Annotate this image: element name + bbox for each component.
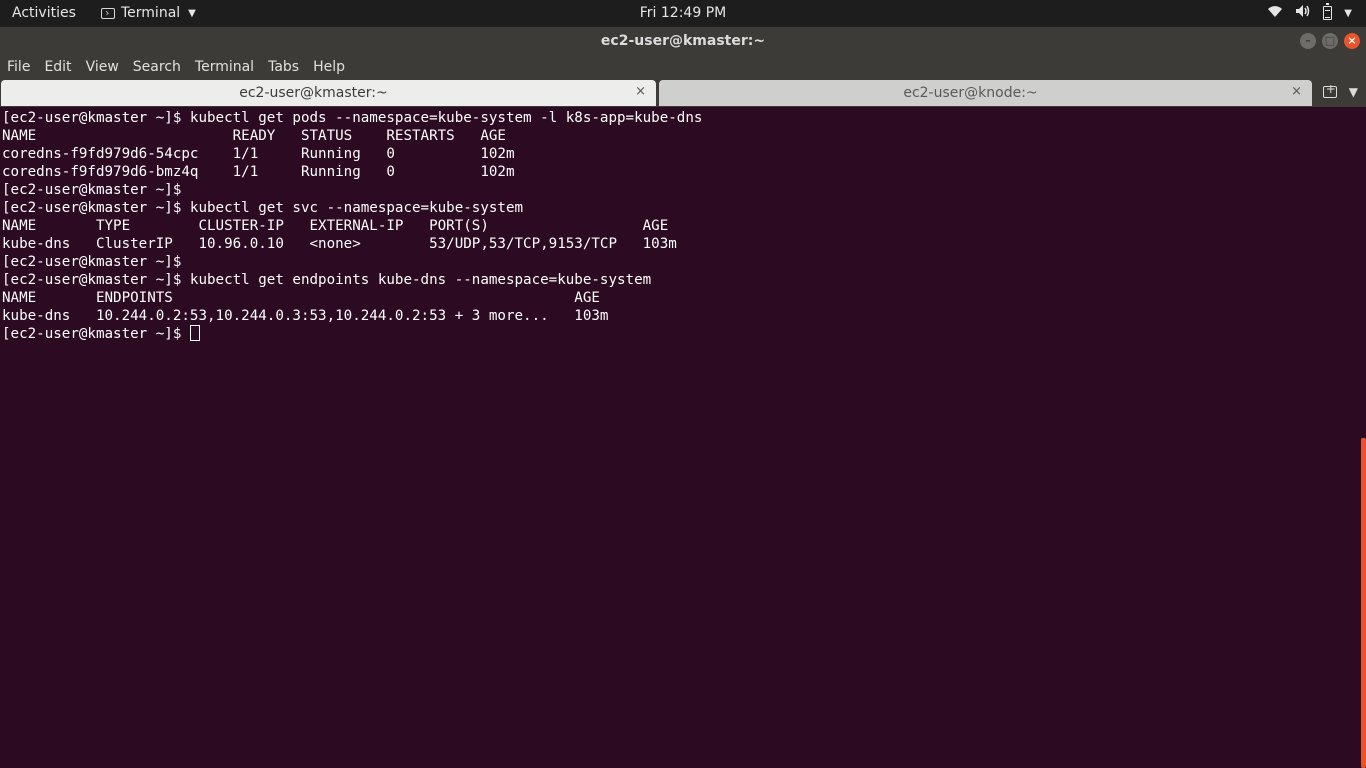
terminal-line: coredns-f9fd979d6-54cpc 1/1 Running 0 10… (2, 146, 515, 162)
terminal-prompt-line[interactable]: [ec2-user@kmaster ~]$ (2, 325, 702, 343)
battery-icon (1323, 3, 1333, 20)
terminal-output[interactable]: [ec2-user@kmaster ~]$ kubectl get pods -… (0, 107, 1366, 768)
window-controls: – □ × (1300, 33, 1360, 49)
tab-label: ec2-user@kmaster:~ (239, 85, 388, 101)
terminal-line: [ec2-user@kmaster ~]$ kubectl get pods -… (2, 110, 703, 126)
close-button[interactable]: × (1344, 33, 1360, 49)
maximize-button[interactable]: □ (1322, 33, 1338, 49)
terminal-line: kube-dns ClusterIP 10.96.0.10 <none> 53/… (2, 236, 677, 252)
terminal-line: NAME ENDPOINTS AGE (2, 290, 600, 306)
menu-bar: File Edit View Search Terminal Tabs Help (0, 56, 1366, 80)
new-tab-icon[interactable] (1322, 82, 1337, 98)
chevron-down-icon: ▼ (1344, 7, 1352, 19)
menu-help[interactable]: Help (306, 56, 352, 75)
menu-tabs[interactable]: Tabs (261, 56, 306, 75)
terminal-prompt: [ec2-user@kmaster ~]$ (2, 326, 190, 342)
tab-bar: ec2-user@kmaster:~ × ec2-user@knode:~ × … (0, 80, 1366, 107)
terminal-line: coredns-f9fd979d6-bmz4q 1/1 Running 0 10… (2, 164, 515, 180)
terminal-line: [ec2-user@kmaster ~]$ kubectl get svc --… (2, 200, 524, 216)
minimize-button[interactable]: – (1300, 33, 1316, 49)
terminal-line: [ec2-user@kmaster ~]$ kubectl get endpoi… (2, 272, 652, 288)
tab-tools: ▼ (1322, 82, 1358, 99)
tab-label: ec2-user@knode:~ (903, 85, 1038, 101)
terminal-line: [ec2-user@kmaster ~]$ (2, 254, 182, 270)
tab-kmaster[interactable]: ec2-user@kmaster:~ × (1, 80, 656, 106)
volume-icon (1295, 4, 1311, 22)
terminal-line: NAME TYPE CLUSTER-IP EXTERNAL-IP PORT(S)… (2, 218, 669, 234)
wifi-icon (1267, 4, 1283, 22)
text-cursor (189, 325, 200, 341)
chevron-down-icon[interactable]: ▼ (1349, 85, 1358, 99)
menu-terminal[interactable]: Terminal (188, 56, 261, 75)
clock[interactable]: Fri 12:49 PM (0, 5, 1366, 21)
close-icon[interactable]: × (635, 84, 646, 99)
terminal-line: kube-dns 10.244.0.2:53,10.244.0.3:53,10.… (2, 308, 609, 324)
tab-knode[interactable]: ec2-user@knode:~ × (659, 80, 1312, 106)
scrollbar[interactable] (1361, 438, 1366, 768)
menu-view[interactable]: View (79, 56, 126, 75)
window-titlebar[interactable]: ec2-user@kmaster:~ – □ × (0, 27, 1366, 56)
terminal-line: [ec2-user@kmaster ~]$ (2, 182, 182, 198)
top-panel: Activities Terminal ▼ Fri 12:49 PM ▼ (0, 0, 1366, 27)
close-icon[interactable]: × (1291, 84, 1302, 99)
system-status-area[interactable]: ▼ (1267, 3, 1352, 22)
menu-file[interactable]: File (0, 56, 37, 75)
terminal-line: NAME READY STATUS RESTARTS AGE (2, 128, 506, 144)
menu-edit[interactable]: Edit (37, 56, 78, 75)
menu-search[interactable]: Search (126, 56, 188, 75)
window-title: ec2-user@kmaster:~ (600, 33, 766, 49)
